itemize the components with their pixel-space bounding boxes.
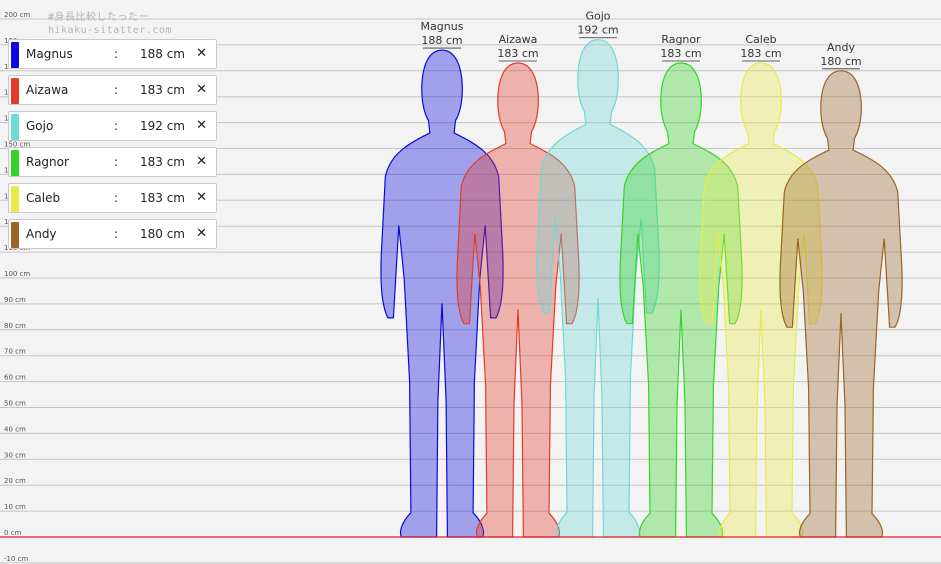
legend-row-aizawa[interactable]: Aizawa : 183 cm ✕	[8, 75, 217, 105]
figure-name-gojo: Gojo	[585, 10, 610, 23]
legend-value: 183 cm	[139, 83, 185, 97]
figure-name-ragnor: Ragnor	[661, 33, 701, 46]
y-tick-label: 80 cm	[4, 322, 26, 330]
legend-separator: :	[114, 119, 119, 133]
legend-separator: :	[114, 47, 119, 61]
legend-value: 180 cm	[139, 227, 185, 241]
watermark-url: hikaku-sitatter.com	[48, 25, 172, 36]
watermark: #身長比較したったー hikaku-sitatter.com	[48, 11, 172, 37]
legend-row-ragnor[interactable]: Ragnor : 183 cm ✕	[8, 147, 217, 177]
legend-swatch	[11, 42, 19, 68]
legend-value: 183 cm	[139, 155, 185, 169]
legend-name: Aizawa	[26, 83, 69, 97]
figure-height-andy: 180 cm	[820, 55, 861, 68]
legend-row-caleb[interactable]: Caleb : 183 cm ✕	[8, 183, 217, 213]
legend-name: Andy	[26, 227, 57, 241]
legend-separator: :	[114, 155, 119, 169]
legend-value: 188 cm	[139, 47, 185, 61]
legend-swatch	[11, 186, 19, 212]
y-tick-label: 90 cm	[4, 296, 26, 304]
legend-swatch	[11, 78, 19, 104]
close-icon[interactable]: ✕	[196, 226, 207, 241]
figure-name-andy: Andy	[827, 41, 855, 54]
legend-swatch	[11, 150, 19, 176]
y-tick-label: 200 cm	[4, 11, 30, 19]
figure-layer	[380, 39, 903, 538]
legend-value: 183 cm	[139, 191, 185, 205]
watermark-title: #身長比較したったー	[48, 12, 150, 23]
legend-panel: Magnus : 188 cm ✕ Aizawa : 183 cm ✕ Gojo…	[8, 39, 217, 255]
figure-height-magnus: 188 cm	[421, 34, 462, 47]
y-tick-label: 30 cm	[4, 451, 26, 459]
legend-swatch	[11, 114, 19, 140]
close-icon[interactable]: ✕	[196, 190, 207, 205]
legend-name: Magnus	[26, 47, 73, 61]
y-tick-label: 50 cm	[4, 400, 26, 408]
legend-separator: :	[114, 191, 119, 205]
y-tick-label: 40 cm	[4, 425, 26, 433]
legend-name: Ragnor	[26, 155, 69, 169]
legend-row-gojo[interactable]: Gojo : 192 cm ✕	[8, 111, 217, 141]
close-icon[interactable]: ✕	[196, 118, 207, 133]
figure-name-aizawa: Aizawa	[499, 33, 538, 46]
figure-height-gojo: 192 cm	[577, 24, 618, 37]
y-tick-label: 70 cm	[4, 348, 26, 356]
figure-height-ragnor: 183 cm	[660, 47, 701, 60]
legend-swatch	[11, 222, 19, 248]
legend-separator: :	[114, 227, 119, 241]
y-tick-label: -10 cm	[4, 555, 29, 563]
legend-name: Gojo	[26, 119, 54, 133]
legend-row-magnus[interactable]: Magnus : 188 cm ✕	[8, 39, 217, 69]
y-tick-label: 20 cm	[4, 477, 26, 485]
figure-name-caleb: Caleb	[745, 33, 776, 46]
y-tick-label: 100 cm	[4, 270, 30, 278]
figure-name-magnus: Magnus	[421, 20, 464, 33]
legend-name: Caleb	[26, 191, 61, 205]
y-tick-label: 0 cm	[4, 529, 22, 537]
legend-value: 192 cm	[139, 119, 185, 133]
y-tick-label: 60 cm	[4, 374, 26, 382]
close-icon[interactable]: ✕	[196, 46, 207, 61]
close-icon[interactable]: ✕	[196, 154, 207, 169]
figure-height-aizawa: 183 cm	[497, 47, 538, 60]
y-tick-label: 10 cm	[4, 503, 26, 511]
figure-height-caleb: 183 cm	[740, 47, 781, 60]
legend-separator: :	[114, 83, 119, 97]
legend-row-andy[interactable]: Andy : 180 cm ✕	[8, 219, 217, 249]
close-icon[interactable]: ✕	[196, 82, 207, 97]
